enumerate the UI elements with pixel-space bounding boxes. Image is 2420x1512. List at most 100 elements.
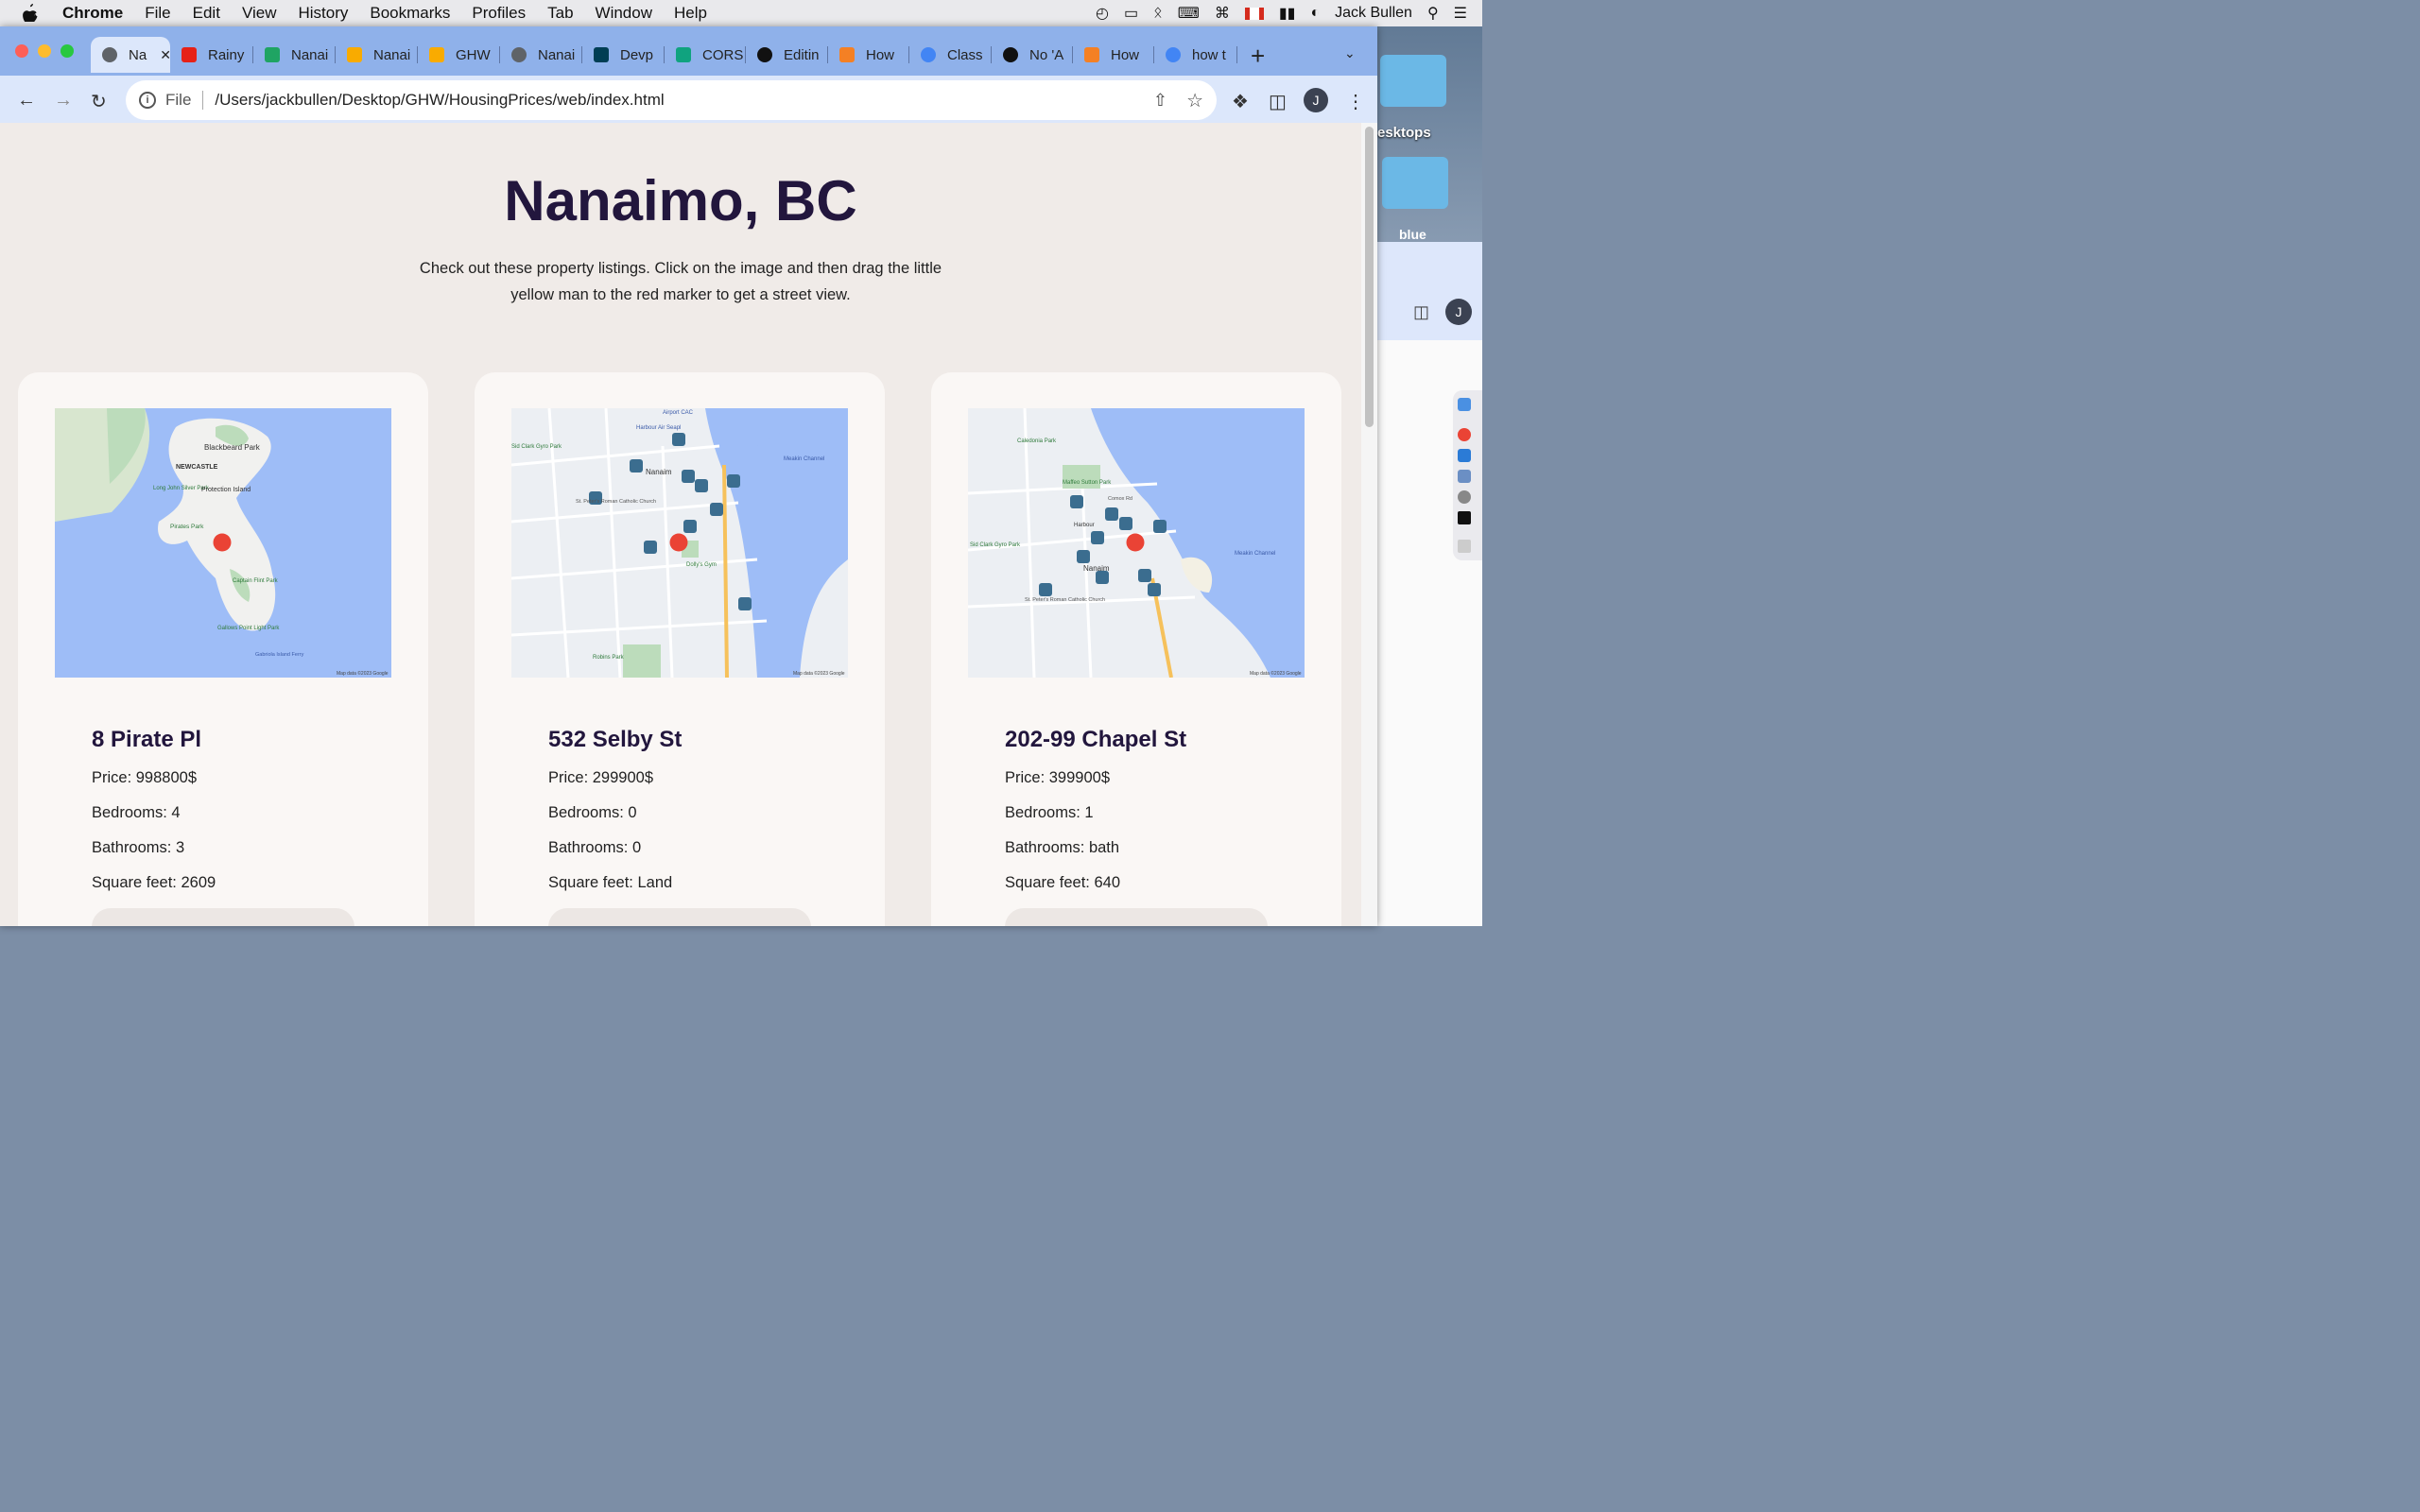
menu-history[interactable]: History [298,4,348,23]
listing-sqft: Square feet: 640 [1005,874,1121,891]
map-image[interactable]: Airport CAC Harbour Air Seapl Sid Clark … [511,408,848,678]
share-icon[interactable]: ⇧ [1153,91,1167,111]
tab-1[interactable]: Rainy [170,37,253,73]
tab-6[interactable]: Devp [582,37,665,73]
site-info-icon[interactable]: i [139,92,156,109]
minimize-window-button[interactable] [38,44,51,58]
svg-text:Maffeo Sutton Park: Maffeo Sutton Park [1063,480,1112,486]
menu-bar: Chrome File Edit View History Bookmarks … [0,0,1482,26]
spotlight-search-icon[interactable]: ⚲ [1427,4,1439,23]
listing-map[interactable]: Caledonia Park Maffeo Sutton Park Comox … [968,408,1305,678]
keyboard-icon[interactable]: ⌨ [1178,4,1200,23]
tab-11[interactable]: No 'A [992,37,1073,73]
menu-window[interactable]: Window [596,4,652,23]
close-tab-icon[interactable]: ✕ [160,47,170,63]
tab-search-chevron-icon[interactable]: ⌄ [1344,45,1356,61]
menu-view[interactable]: View [242,4,277,23]
forward-button[interactable]: → [54,90,73,112]
time-machine-icon[interactable]: ◴ [1096,4,1109,23]
listing-button[interactable] [1005,908,1268,926]
svg-text:Harbour Air Seapl: Harbour Air Seapl [636,425,681,431]
tab-5[interactable]: Nanai [500,37,582,73]
extensions-icon[interactable]: ❖ [1232,90,1249,113]
tab-13[interactable]: how t [1154,37,1237,73]
more-menu-icon[interactable]: ⋮ [1346,90,1365,113]
vscode-icon[interactable] [1458,449,1471,462]
profile-avatar[interactable]: J [1304,88,1328,112]
svg-text:Sid Clark Gyro Park: Sid Clark Gyro Park [511,444,562,450]
apple-icon[interactable] [23,4,38,22]
page-title: Nanaimo, BC [504,169,857,232]
tab-2[interactable]: Nanai [253,37,336,73]
folder-icon[interactable] [1382,157,1448,209]
airplay-icon[interactable]: ▭ [1124,4,1138,23]
wifi-icon[interactable]: ⌘ [1215,4,1230,23]
menu-user-name[interactable]: Jack Bullen [1335,5,1412,22]
listing-sqft: Square feet: Land [548,874,673,891]
listing-button[interactable] [548,908,811,926]
svg-text:Map data ©2023 Google: Map data ©2023 Google [337,670,389,677]
url-text[interactable]: /Users/jackbullen/Desktop/GHW/HousingPri… [215,91,664,110]
control-center-icon[interactable]: ☰ [1454,4,1467,23]
map-image[interactable]: Blackbeard Park NEWCASTLE Long John Silv… [55,408,391,678]
zoom-window-button[interactable] [60,44,74,58]
listing-sqft: Square feet: 2609 [92,874,216,891]
background-window: ◫ J [1377,242,1482,340]
tab-0[interactable]: Na ✕ [91,37,170,73]
svg-text:Robins Park: Robins Park [593,655,625,661]
tab-separator [1236,46,1237,63]
settings-icon[interactable] [1458,490,1471,504]
tab-8[interactable]: Editin [746,37,828,73]
tab-title: Editin [784,46,820,63]
menu-tab[interactable]: Tab [547,4,573,23]
web-page: Nanaimo, BC Check out these property lis… [0,123,1361,926]
location-marker[interactable] [669,533,688,552]
tab-4[interactable]: GHW [418,37,500,73]
terminal-icon[interactable] [1458,511,1471,524]
chrome-icon[interactable] [1458,428,1471,441]
tab-10[interactable]: Class [909,37,992,73]
listing-address: 8 Pirate Pl [92,727,202,752]
menu-app-name[interactable]: Chrome [62,4,123,23]
url-scheme-label: File [165,91,192,109]
menu-profiles[interactable]: Profiles [472,4,526,23]
location-marker[interactable] [1126,533,1145,552]
location-marker[interactable] [213,533,232,552]
listing-button[interactable] [92,908,354,926]
menu-edit[interactable]: Edit [193,4,220,23]
canada-flag-icon[interactable] [1244,7,1264,20]
side-panel-icon[interactable]: ◫ [1269,90,1287,113]
tab-7[interactable]: CORS [665,37,746,73]
map-image[interactable]: Caledonia Park Maffeo Sutton Park Comox … [968,408,1305,678]
new-tab-button[interactable]: + [1251,42,1265,71]
menu-bookmarks[interactable]: Bookmarks [370,4,450,23]
bookmark-star-icon[interactable]: ☆ [1186,89,1203,112]
grammarly-icon[interactable]: ◐ [1310,5,1320,22]
svg-text:Caledonia Park: Caledonia Park [1017,438,1057,444]
listing-map[interactable]: Blackbeard Park NEWCASTLE Long John Silv… [55,408,391,678]
reload-button[interactable]: ↻ [91,90,107,113]
close-window-button[interactable] [15,44,28,58]
listing-bedrooms: Bedrooms: 0 [548,804,637,821]
battery-icon[interactable]: ▮▮ [1279,4,1296,23]
back-button[interactable]: ← [17,90,36,112]
address-bar[interactable]: i File /Users/jackbullen/Desktop/GHW/Hou… [126,80,1217,120]
listing-map[interactable]: Airport CAC Harbour Air Seapl Sid Clark … [511,408,848,678]
listing-card: Caledonia Park Maffeo Sutton Park Comox … [931,372,1341,926]
svg-text:Meakin Channel: Meakin Channel [784,456,824,462]
folder-icon[interactable] [1380,55,1446,107]
menu-help[interactable]: Help [674,4,707,23]
preview-icon[interactable] [1458,470,1471,483]
listing-bedrooms: Bedrooms: 1 [1005,804,1094,821]
svg-text:Pirates Park: Pirates Park [170,524,204,530]
scrollbar-thumb[interactable] [1365,127,1374,427]
bluetooth-icon[interactable]: ᛟ [1153,5,1163,22]
trash-icon[interactable] [1458,540,1471,553]
finder-icon[interactable] [1458,398,1471,411]
menu-file[interactable]: File [145,4,170,23]
tab-3[interactable]: Nanai [336,37,418,73]
tab-title: Nanai [291,46,329,63]
tab-9[interactable]: How [828,37,909,73]
tab-12[interactable]: How [1073,37,1154,73]
page-scrollbar[interactable] [1361,123,1377,926]
